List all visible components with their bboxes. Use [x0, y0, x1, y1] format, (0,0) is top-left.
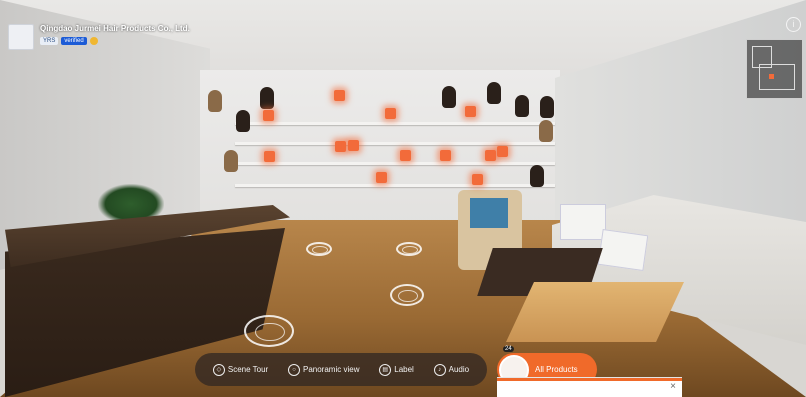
scene-tour-label: Scene Tour [227, 365, 269, 374]
wig-head [530, 165, 544, 187]
shelf [235, 142, 555, 145]
audio-label: Audio [448, 365, 470, 374]
product-hotspot[interactable] [400, 150, 411, 161]
navigation-point[interactable] [306, 242, 332, 256]
scene-tour-button[interactable]: ◇ Scene Tour [212, 363, 269, 376]
product-hotspot[interactable] [264, 151, 275, 162]
wig-head [540, 96, 554, 118]
panoramic-view-label: Panoramic view [303, 365, 360, 374]
wood-coffee-table [506, 282, 684, 342]
label-icon: ▤ [379, 363, 392, 376]
shelf [235, 162, 555, 165]
close-icon[interactable]: × [670, 381, 676, 392]
medal-icon [89, 37, 98, 45]
minimap-room [759, 64, 795, 90]
product-hotspot[interactable] [376, 172, 387, 183]
verified-badge: verified [61, 37, 87, 45]
product-hotspot[interactable] [472, 174, 483, 185]
wig-head [208, 90, 222, 112]
panoramic-view-button[interactable]: ○ Panoramic view [288, 363, 360, 376]
product-hotspot[interactable] [465, 106, 476, 117]
years-badge: YRS [40, 37, 59, 45]
company-header: Qingdao Jurmei Hair Products Co., Ltd. Y… [8, 24, 190, 50]
product-hotspot[interactable] [497, 146, 508, 157]
popup-accent-bar [497, 378, 682, 381]
shelf [235, 122, 555, 125]
wig-head [224, 150, 238, 172]
company-name[interactable]: Qingdao Jurmei Hair Products Co., Ltd. [40, 24, 190, 33]
shelf [235, 184, 555, 187]
sofa-pillow [560, 204, 606, 240]
product-hotspot[interactable] [335, 141, 346, 152]
navigation-point[interactable] [244, 315, 294, 347]
product-hotspot[interactable] [440, 150, 451, 161]
sofa-pillow [597, 228, 649, 272]
wig-head [515, 95, 529, 117]
wig-head [442, 86, 456, 108]
panorama-viewer[interactable]: Qingdao Jurmei Hair Products Co., Ltd. Y… [0, 0, 806, 397]
product-hotspot[interactable] [348, 140, 359, 151]
info-icon[interactable]: i [786, 17, 801, 32]
all-products-label: All Products [535, 365, 578, 374]
product-hotspot[interactable] [334, 90, 345, 101]
company-logo [8, 24, 34, 50]
minimap[interactable] [746, 39, 803, 99]
wig-head [260, 87, 274, 109]
panorama-icon: ○ [288, 363, 300, 376]
company-info: Qingdao Jurmei Hair Products Co., Ltd. Y… [40, 24, 190, 45]
product-count-badge: 24 [503, 346, 514, 352]
wig-head [236, 110, 250, 132]
armchair-cushion [470, 198, 508, 228]
navigation-point[interactable] [396, 242, 422, 256]
product-hotspot[interactable] [385, 108, 396, 119]
minimap-current-position [769, 74, 774, 79]
cube-icon: ◇ [212, 363, 225, 376]
product-popup: × [497, 377, 682, 397]
wig-head [539, 120, 553, 142]
label-button[interactable]: ▤ Label [379, 363, 414, 376]
wig-head [487, 82, 501, 104]
label-label: Label [394, 365, 414, 374]
audio-button[interactable]: ♪ Audio [433, 363, 470, 376]
navigation-point[interactable] [390, 284, 424, 306]
viewer-toolbar: ◇ Scene Tour ○ Panoramic view ▤ Label ♪ … [195, 353, 487, 386]
product-hotspot[interactable] [263, 110, 274, 121]
product-hotspot[interactable] [485, 150, 496, 161]
audio-icon: ♪ [433, 363, 446, 376]
company-badges: YRS verified [40, 37, 190, 45]
